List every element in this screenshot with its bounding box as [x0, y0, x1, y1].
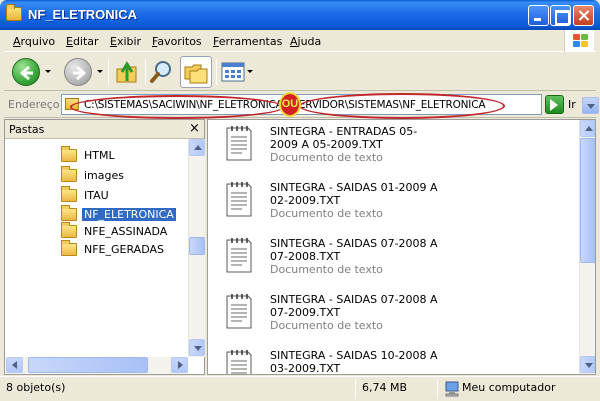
tree-item-label: HTML [84, 149, 115, 162]
views-icon[interactable] [220, 59, 246, 85]
content-area: Pastas × HTML images ITAU NF_ELETRONICA … [4, 119, 596, 375]
text-document-icon [226, 126, 252, 161]
close-button[interactable] [573, 5, 594, 26]
folder-icon [61, 240, 77, 256]
minimize-button[interactable] [528, 5, 549, 26]
scroll-down-icon[interactable] [189, 339, 205, 356]
file-item[interactable]: SINTEGRA - SAIDAS 01-2009 A 02-2009.TXT … [218, 180, 568, 230]
my-computer-icon [445, 381, 459, 397]
text-document-icon [226, 182, 252, 217]
folders-vertical-scrollbar[interactable] [188, 139, 205, 357]
annotation-ellipse-local-path [70, 95, 284, 119]
status-bar: 8 objeto(s) 6,74 MB Meu computador [0, 376, 600, 401]
folder-icon [61, 166, 77, 182]
menu-ferramentas[interactable]: Ferramentas [213, 35, 282, 48]
scroll-thumb[interactable] [580, 138, 595, 263]
file-type: Documento de texto [270, 319, 383, 332]
status-divider [355, 380, 356, 399]
open-folder-icon [61, 205, 77, 221]
menu-bar: Arquivo Editar Exibir Favoritos Ferramen… [4, 30, 596, 52]
file-item[interactable]: SINTEGRA - SAIDAS 07-2008 A 07-2009.TXT … [218, 292, 568, 342]
menu-ajuda[interactable]: Ajuda [290, 35, 321, 48]
tree-item-label: images [84, 169, 124, 182]
toolbar [4, 53, 596, 91]
files-pane: SINTEGRA - ENTRADAS 05-2009 A 05-2009.TX… [207, 119, 596, 375]
folders-pane-header: Pastas × [5, 120, 204, 139]
folders-pane-title: Pastas [9, 123, 45, 136]
status-object-count: 8 objeto(s) [6, 381, 66, 394]
windows-logo-icon [564, 30, 594, 52]
file-name: SINTEGRA - SAIDAS 10-2008 A 03-2009.TXT [270, 349, 438, 375]
file-name: SINTEGRA - SAIDAS 07-2008 A 07-2008.TXT [270, 237, 438, 263]
tree-item-label-selected: NF_ELETRONICA [82, 208, 176, 221]
folders-horizontal-scrollbar[interactable] [6, 357, 188, 374]
file-name: SINTEGRA - SAIDAS 07-2008 A 07-2009.TXT [270, 293, 438, 319]
scroll-up-icon[interactable] [580, 120, 595, 137]
scroll-left-icon[interactable] [6, 357, 23, 373]
scroll-up-icon[interactable] [189, 139, 205, 156]
scroll-down-icon[interactable] [580, 356, 595, 373]
tree-item-label: ITAU [84, 189, 109, 202]
file-name: SINTEGRA - ENTRADAS 05-2009 A 05-2009.TX… [270, 125, 418, 151]
title-bar: NF_ELETRONICA [0, 0, 600, 30]
tree-item-label: NFE_GERADAS [84, 243, 164, 256]
files-vertical-scrollbar[interactable] [579, 120, 595, 374]
forward-icon [73, 65, 86, 81]
close-icon[interactable]: × [189, 121, 200, 136]
folders-icon [184, 64, 208, 84]
views-dropdown-icon[interactable] [247, 70, 253, 73]
go-button-label[interactable]: Ir [568, 98, 576, 111]
file-name: SINTEGRA - SAIDAS 01-2009 A 02-2009.TXT [270, 181, 438, 207]
toolbar-separator [216, 59, 217, 85]
file-item[interactable]: SINTEGRA - SAIDAS 10-2008 A 03-2009.TXT [218, 348, 568, 375]
tree-item-label: NFE_ASSINADA [84, 225, 168, 238]
file-item[interactable]: SINTEGRA - ENTRADAS 05-2009 A 05-2009.TX… [218, 124, 568, 174]
back-icon [20, 65, 33, 81]
file-item[interactable]: SINTEGRA - SAIDAS 07-2008 A 07-2008.TXT … [218, 236, 568, 286]
annotation-ellipse-network-path [299, 93, 505, 119]
annotation-ou-badge: OU [279, 92, 301, 117]
folder-icon [61, 222, 77, 238]
folder-icon [6, 4, 22, 21]
search-icon[interactable] [149, 59, 175, 85]
address-label: Endereço [8, 98, 60, 111]
forward-dropdown-icon[interactable] [97, 70, 103, 73]
status-divider [437, 380, 438, 399]
folder-icon [61, 186, 77, 202]
menu-favoritos[interactable]: Favoritos [152, 35, 202, 48]
status-size: 6,74 MB [362, 381, 408, 394]
up-folder-icon[interactable] [114, 59, 140, 85]
menu-arquivo[interactable]: Arquivo [13, 35, 55, 48]
status-location: Meu computador [462, 381, 556, 394]
scroll-thumb[interactable] [28, 357, 148, 373]
file-type: Documento de texto [270, 263, 383, 276]
file-type: Documento de texto [270, 207, 383, 220]
back-button[interactable] [12, 58, 40, 86]
menu-exibir[interactable]: Exibir [110, 35, 141, 48]
back-dropdown-icon[interactable] [45, 70, 51, 73]
scroll-right-icon[interactable] [171, 357, 188, 373]
text-document-icon [226, 350, 252, 374]
file-type: Documento de texto [270, 151, 383, 164]
toolbar-separator [145, 59, 146, 85]
text-document-icon [226, 294, 252, 329]
address-dropdown-icon[interactable] [582, 97, 599, 114]
folders-button[interactable] [180, 56, 212, 88]
toolbar-separator [108, 59, 109, 85]
maximize-button[interactable] [550, 5, 571, 26]
menu-editar[interactable]: Editar [66, 35, 99, 48]
forward-button[interactable] [64, 58, 92, 86]
folder-icon [61, 146, 77, 162]
folders-pane: Pastas × HTML images ITAU NF_ELETRONICA … [4, 119, 205, 375]
window-title: NF_ELETRONICA [28, 7, 138, 22]
scroll-thumb[interactable] [189, 237, 205, 255]
go-arrow-icon[interactable] [545, 95, 564, 114]
text-document-icon [226, 238, 252, 273]
